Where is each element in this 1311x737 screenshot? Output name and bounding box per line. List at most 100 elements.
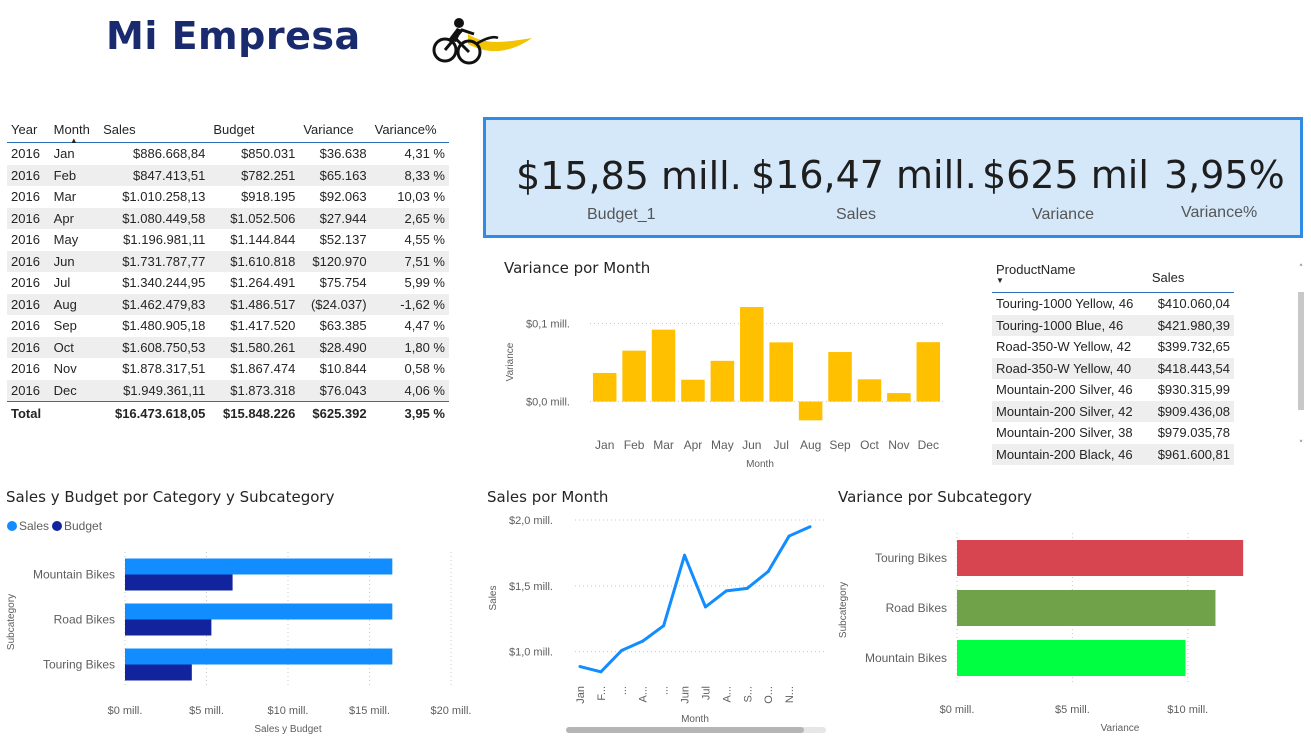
table-row[interactable]: 2016 Feb $847.413,51 $782.251 $65.163 8,33 % [7, 164, 449, 186]
cell-month: Jan [53, 146, 75, 162]
variance-by-month-chart[interactable]: $0,0 mill. $0,1 mill. Jan Feb Mar Apr May Jun Ju… [495, 290, 955, 475]
col-variance-header[interactable]: Variance [299, 116, 371, 143]
cell-month: Feb [49, 164, 100, 186]
cell-sales: $1.731.787,77 [99, 250, 210, 272]
x-tick-label: $5 mill. [1055, 704, 1090, 716]
data-point [766, 569, 770, 573]
scroll-down-icon[interactable]: ˅ [1296, 440, 1306, 450]
legend-budget-label: Budget [64, 519, 103, 533]
cell-product-sales: $909.436,08 [1147, 400, 1234, 422]
list-item[interactable]: Mountain-200 Silver, 42 $909.436,08 [992, 400, 1234, 422]
sort-descending-icon: ▼ [996, 276, 1004, 285]
cell-product-name: Mountain-200 Silver, 42 [992, 400, 1148, 422]
bar-nov [887, 393, 911, 402]
cell-year: 2016 [7, 164, 50, 186]
hscroll-thumb[interactable] [566, 727, 804, 733]
table-row[interactable]: 2016 Jul $1.340.244,95 $1.264.491 $75.754 5,9… [7, 272, 449, 294]
scroll-up-icon[interactable]: ˄ [1296, 264, 1306, 274]
table-row[interactable]: 2016 Oct $1.608.750,53 $1.580.261 $28.490 1,8… [7, 336, 449, 358]
bar-may [710, 360, 735, 402]
col-sales-header[interactable]: Sales [99, 116, 210, 143]
table-row[interactable]: 2016 Dec $1.949.361,11 $1.873.318 $76.043 4,0… [7, 379, 449, 402]
x-tick-label: Apr [684, 438, 703, 452]
bar-sales-touring-bikes [125, 648, 393, 665]
cell-sales: $1.608.750,53 [99, 336, 210, 358]
list-item[interactable]: Touring-1000 Blue, 46 $421.980,39 [992, 314, 1234, 336]
scroll-thumb[interactable] [1298, 292, 1304, 410]
bar-budget-road-bikes [125, 619, 212, 636]
sales-budget-chart[interactable]: Sales Budget $0 mill. $5 mill. $10 mill. $15 … [0, 512, 480, 737]
cell-budget: $1.867.474 [230, 361, 296, 377]
col-month-label: Month [53, 121, 90, 137]
x-tick-label: Dec [918, 438, 939, 452]
table-row[interactable]: 2016 May $1.196.981,11 $1.144.844 $52.137 4,5… [7, 229, 449, 251]
sales-by-month-chart[interactable]: $1,0 mill. $1,5 mill. $2,0 mill. Jan F......… [482, 508, 832, 726]
col-year-header[interactable]: Year [7, 116, 50, 143]
table-row[interactable]: 2016 Mar $1.010.258,13 $918.195 $92.063 10,03… [7, 186, 449, 208]
list-item[interactable]: Road-350-W Yellow, 42 $399.732,65 [992, 336, 1234, 358]
list-item[interactable]: Mountain-200 Black, 46 $961.600,81 [992, 443, 1234, 465]
cell-variance-pct: 1,80 % [370, 336, 449, 358]
product-table-scrollbar[interactable]: ˄ ˅ [1296, 264, 1306, 460]
sales-by-month-title: Sales por Month [487, 488, 609, 506]
x-tick-label: Jan [575, 686, 587, 704]
table-row[interactable]: 2016 Jan $886.668,84 $850.031 $36.638 4,31 % [7, 143, 449, 165]
cell-sales: $1.196.981,11 [123, 232, 206, 248]
table-row[interactable]: 2016 Jun $1.731.787,77 $1.610.818 $120.970 7,… [7, 250, 449, 272]
bar-mar [651, 329, 676, 402]
table-row[interactable]: 2016 Aug $1.462.479,83 $1.486.517 ($24.037) -… [7, 293, 449, 315]
total-label: Total [7, 401, 50, 424]
bar-sales-mountain-bikes [125, 558, 393, 575]
list-item[interactable]: Mountain-200 Silver, 46 $930.315,99 [992, 379, 1234, 401]
cell-month: Nov [53, 361, 77, 377]
sales-by-month-scrollbar[interactable] [566, 727, 826, 733]
data-point [620, 648, 624, 652]
product-sales-table: ProductName ▼ Sales Touring-1000 Yellow, … [992, 262, 1234, 465]
kpi-card[interactable]: $15,85 mill. Budget_1 $16,47 mill. Sales… [483, 117, 1303, 238]
table-row[interactable]: 2016 Apr $1.080.449,58 $1.052.506 $27.944 2,6… [7, 207, 449, 229]
y-axis-label: Subcategory [6, 594, 17, 650]
cell-month: Jul [53, 275, 71, 291]
kpi-variance-value: $625 mil [982, 153, 1149, 197]
x-tick-label: $15 mill. [349, 705, 390, 717]
total-budget: $15.848.226 [209, 401, 300, 424]
kpi-sales-label: Sales [836, 206, 877, 223]
total-variance-pct: 3,95 % [370, 401, 449, 424]
list-item[interactable]: Mountain-200 Silver, 38 $979.035,78 [992, 422, 1234, 444]
kpi-variance-pct-label: Variance% [1181, 204, 1258, 221]
legend-sales-marker [7, 521, 17, 531]
table-header-row: Year Month ▲ Sales Budget Variance Varian… [7, 116, 449, 145]
col-product-sales-header[interactable]: Sales [1147, 262, 1234, 293]
col-budget-header[interactable]: Budget [209, 116, 300, 143]
cell-variance: ($24.037) [299, 293, 371, 315]
list-item[interactable]: Road-350-W Yellow, 40 $418.443,54 [992, 357, 1234, 379]
cell-year: 2016 [7, 250, 50, 272]
cell-variance-pct: 4,31 % [404, 146, 445, 162]
variance-by-subcategory-chart[interactable]: $0 mill. $5 mill. $10 mill. Touring Bikes Ro… [832, 515, 1302, 735]
bar-jul [769, 342, 793, 402]
cell-month: May [53, 232, 79, 248]
table-row[interactable]: 2016 Nov $1.878.317,51 $1.867.474 $10.844 0,5… [7, 358, 449, 380]
x-tick-label: ... [617, 686, 629, 695]
table-row[interactable]: 2016 Sep $1.480.905,18 $1.417.520 $63.385 4,4… [7, 315, 449, 337]
list-item[interactable]: Touring-1000 Yellow, 46 $410.060,04 [992, 293, 1234, 315]
cell-month: Sep [53, 318, 77, 334]
cell-year: 2016 [7, 293, 50, 315]
cell-sales: $1.340.244,95 [122, 275, 206, 291]
total-variance: $625.392 [299, 401, 371, 424]
product-table-viewport[interactable]: ProductName ▼ Sales Touring-1000 Yellow, … [992, 262, 1236, 470]
cell-sales: $1.949.361,11 [99, 379, 210, 402]
variance-by-subcategory-title: Variance por Subcategory [838, 488, 1033, 506]
data-point [599, 670, 603, 674]
x-tick-label: $10 mill. [268, 705, 309, 717]
col-productname-header[interactable]: ProductName ▼ [992, 262, 1148, 293]
cell-product-name: Road-350-W Yellow, 42 [996, 339, 1132, 355]
cell-product-name: Touring-1000 Yellow, 46 [996, 296, 1134, 312]
cell-budget: $1.873.318 [209, 379, 300, 402]
cell-variance: $65.163 [299, 164, 371, 186]
cell-product-name: Mountain-200 Silver, 46 [996, 382, 1133, 398]
col-month-header[interactable]: Month ▲ [49, 116, 100, 145]
bar-oct [857, 379, 882, 402]
x-tick-label: Sep [829, 438, 851, 452]
col-variance-pct-header[interactable]: Variance% [370, 116, 449, 143]
